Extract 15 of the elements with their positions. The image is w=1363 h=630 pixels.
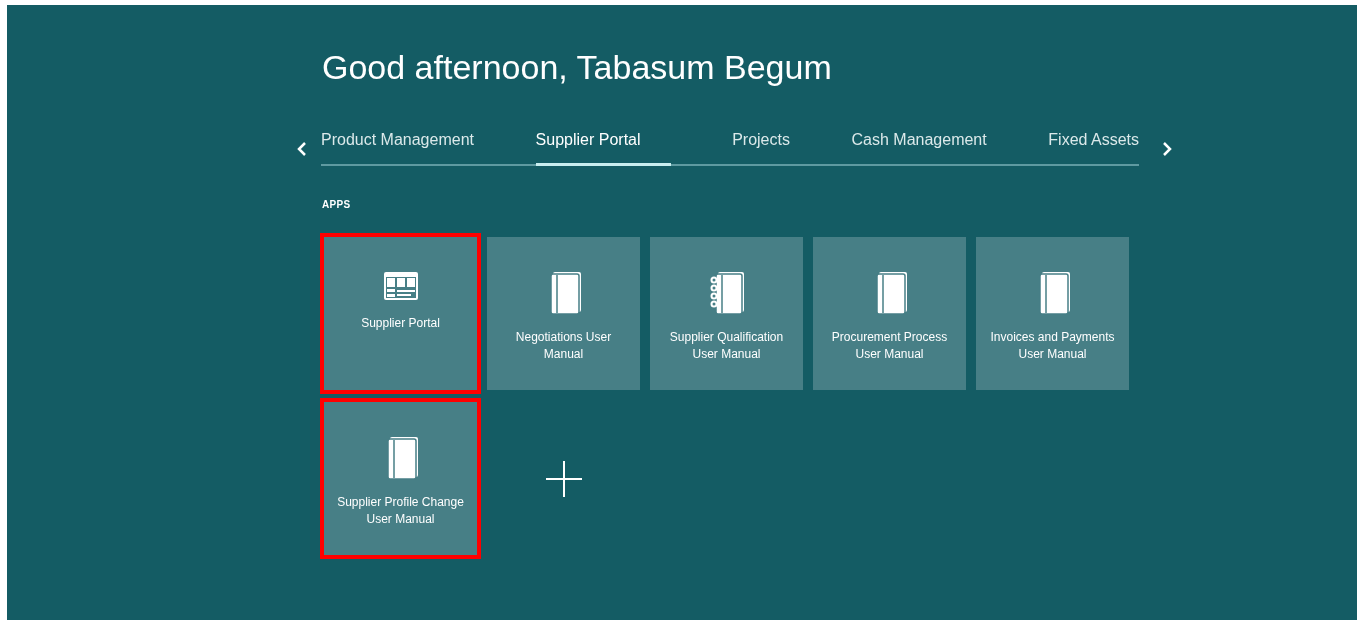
tab[interactable]: Cash Management [851, 131, 987, 166]
chevron-left-icon [296, 140, 308, 157]
app-tile[interactable]: Supplier Qualification User Manual [650, 237, 803, 390]
section-label: APPS [322, 199, 352, 210]
app-tile[interactable]: Invoices and Payments User Manual [976, 237, 1129, 390]
greeting-heading: Good afternoon, Tabasum Begum [322, 47, 833, 88]
tab[interactable]: Projects [732, 131, 790, 166]
app-tile[interactable]: Procurement Process User Manual [813, 237, 966, 390]
app-tile[interactable]: Negotiations User Manual [487, 237, 640, 390]
chevron-right-icon [1161, 140, 1173, 157]
plus-icon [545, 460, 582, 497]
tab[interactable]: Product Management [321, 131, 474, 166]
dashboard-icon [382, 271, 419, 301]
tab[interactable]: Supplier Portal [535, 131, 671, 166]
tab[interactable]: Fixed Assets [1048, 131, 1139, 166]
